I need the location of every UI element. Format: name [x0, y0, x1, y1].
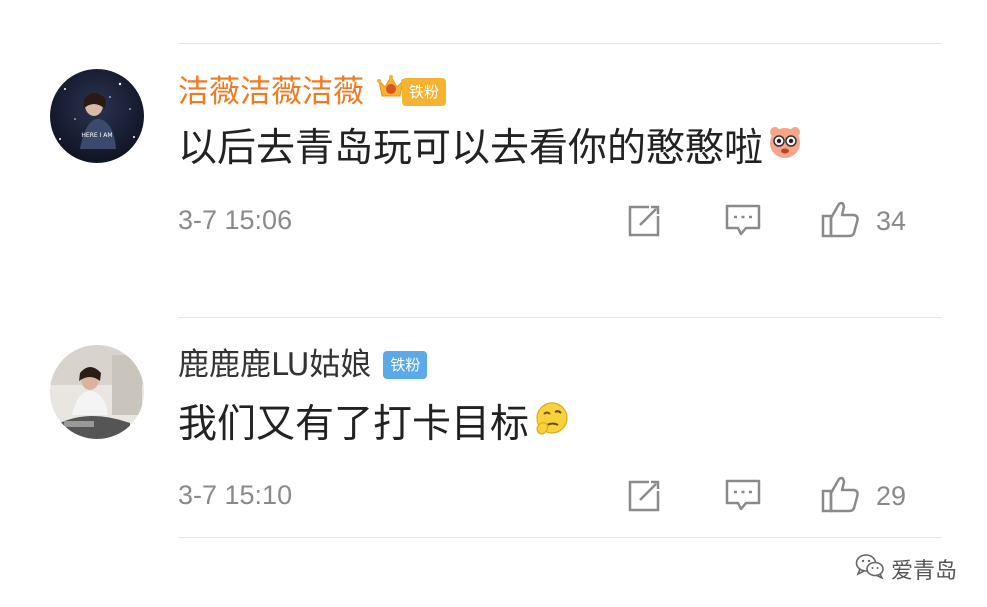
wechat-icon [855, 553, 885, 585]
timestamp: 3-7 15:10 [178, 480, 293, 510]
like-count: 34 [876, 205, 907, 236]
divider [178, 537, 942, 538]
comment-text-label: 以后去青岛玩可以去看你的憨憨啦 [178, 126, 764, 171]
username-label: 洁薇洁薇洁薇 [178, 74, 364, 110]
fan-badge: 铁粉 [376, 75, 447, 107]
thinking-face-emoji [531, 398, 571, 452]
reply-button[interactable] [724, 477, 762, 517]
badge-label: 铁粉 [402, 78, 447, 106]
like-count: 29 [876, 480, 907, 511]
badge-label: 铁粉 [383, 351, 428, 379]
like-button[interactable]: 34 [820, 198, 906, 244]
comment-icon [724, 202, 762, 242]
drooling-face-emoji [765, 122, 805, 176]
thumbs-up-icon [820, 198, 862, 244]
avatar[interactable]: HERE I AM [50, 69, 144, 163]
repost-icon [627, 477, 663, 517]
comment-text: 以后去青岛玩可以去看你的憨憨啦 [178, 122, 805, 176]
username[interactable]: 鹿鹿鹿LU姑娘 铁粉 [178, 345, 428, 385]
comment-icon [724, 477, 762, 517]
repost-icon [627, 202, 663, 242]
divider [178, 43, 942, 44]
avatar-caption: HERE I AM [81, 132, 112, 139]
watermark-text: 爱青岛 [890, 559, 957, 584]
comment-feed: HERE I AM 洁薇洁薇洁薇 铁粉 以后去青岛玩可以去看你的憨憨啦 3-7 … [0, 0, 987, 607]
repost-button[interactable] [627, 477, 663, 517]
timestamp: 3-7 15:06 [178, 205, 293, 235]
like-button[interactable]: 29 [820, 473, 906, 519]
username[interactable]: 洁薇洁薇洁薇 铁粉 [178, 72, 447, 112]
comment-text: 我们又有了打卡目标 [178, 398, 571, 452]
watermark: 爱青岛 [855, 553, 957, 585]
avatar[interactable] [50, 345, 144, 439]
thumbs-up-icon [820, 473, 862, 519]
fan-badge: 铁粉 [383, 350, 428, 380]
reply-button[interactable] [724, 202, 762, 242]
divider [178, 317, 942, 318]
repost-button[interactable] [627, 202, 663, 242]
username-label: 鹿鹿鹿LU姑娘 [178, 347, 372, 383]
comment-text-label: 我们又有了打卡目标 [178, 402, 530, 447]
